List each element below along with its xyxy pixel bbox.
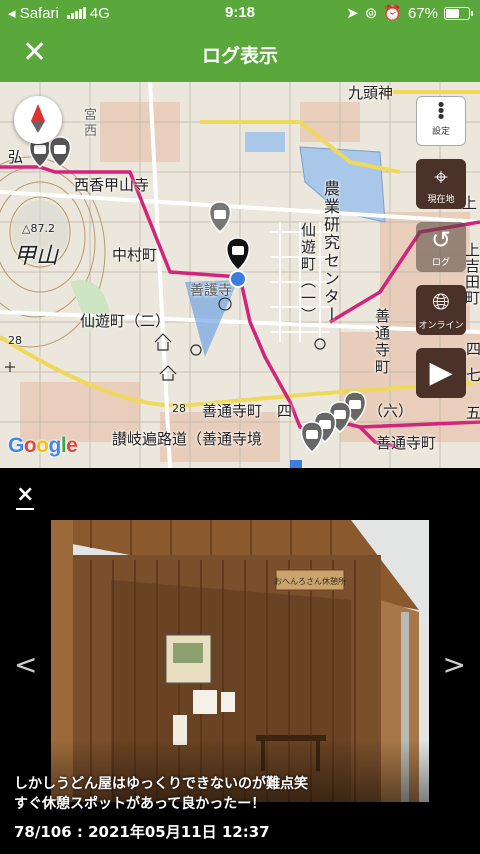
map-label-nanatsu: 七	[466, 366, 480, 384]
map-label-nishi: 西	[84, 124, 98, 139]
play-icon: ▶	[429, 355, 453, 390]
google-logo: Google	[8, 434, 78, 458]
meta-separator: :	[71, 823, 89, 841]
caption-line-2: すぐ休憩スポットがあって良かったー！	[14, 796, 266, 812]
current-location-label: 現在地	[427, 195, 455, 205]
map-label-sanukihenro: 讃岐遍路道（善通寺境	[112, 430, 263, 448]
compass-button[interactable]	[14, 96, 62, 144]
rotation-lock-icon: ⊚	[364, 5, 378, 22]
photo-image: おへんろさん休憩所	[51, 520, 429, 802]
log-history-label: ログ	[431, 258, 450, 268]
status-bar: ◂ Safari 4G 9:18 ➤ ⊚ ⏰ 67%	[0, 0, 480, 26]
status-right: ➤ ⊚ ⏰ 67%	[346, 4, 473, 22]
battery-icon	[444, 6, 473, 20]
map-label-route28-b: 28	[172, 402, 186, 415]
map-label-nishikoukou: 西香甲山寺	[74, 176, 150, 194]
map-label-senyu-vertical: 仙遊町（一）	[299, 222, 317, 324]
log-history-button[interactable]: ↺ ログ	[416, 222, 466, 272]
prev-photo-button[interactable]: <	[14, 648, 37, 681]
online-label: オンライン	[418, 321, 464, 331]
map-label-zentsujimachi: 善通寺町	[376, 434, 437, 452]
map-label-nakamura: 中村町	[112, 246, 158, 264]
photo-date: 2021年05月11日 12:37	[88, 823, 270, 841]
nav-bar: ✕ ログ表示	[0, 26, 480, 82]
compass-north-icon	[31, 104, 45, 121]
photo-viewer: × < > おへんろさん休憩所 しかしうどん屋はゆっくりできないのが難点笑 すぐ…	[0, 468, 480, 854]
compass-south-icon	[31, 121, 45, 133]
next-photo-button[interactable]: >	[443, 648, 466, 681]
google-letter: e	[66, 434, 78, 457]
map-label-kouyama: 甲山	[14, 244, 59, 269]
history-icon: ↺	[430, 226, 452, 254]
page-title: ログ表示	[201, 45, 278, 67]
crosshair-icon: ⌖	[434, 163, 448, 191]
log-photo[interactable]: おへんろさん休憩所	[51, 520, 429, 802]
photo-index: 78/106	[14, 823, 72, 841]
battery-fill	[446, 8, 459, 18]
settings-button[interactable]: • • • 設定	[416, 96, 466, 146]
battery-percent: 67%	[407, 4, 438, 22]
online-button[interactable]: 🌐︎ オンライン	[416, 285, 466, 335]
location-arrow-icon: ➤	[346, 5, 359, 22]
caption-line-1: しかしうどん屋はゆっくりできないのが難点笑	[14, 776, 308, 792]
play-button[interactable]: ▶	[416, 348, 466, 398]
photo-meta: 78/106 : 2021年05月11日 12:37	[14, 821, 270, 842]
more-dots-icon: • • •	[435, 95, 447, 128]
map-label-route28-a: 28	[8, 334, 22, 347]
map-label-zengoji: 善護寺	[190, 283, 232, 299]
map-label-elevation: △87.2	[22, 222, 55, 235]
map-label-zentsujimachi4: 善通寺町 四	[202, 402, 293, 420]
photo-sign-text: おへんろさん休憩所	[274, 576, 346, 586]
map-label-yon: 四	[466, 340, 480, 358]
map-label-roku: （六）	[368, 402, 414, 420]
map-label-hiromi: 弘	[8, 148, 24, 166]
map-label-nougyou: 農業研究センター	[321, 180, 340, 324]
map-label-kuzuremikami: 九頭神	[348, 84, 394, 102]
settings-label: 設定	[431, 127, 450, 137]
photo-caption: しかしうどん屋はゆっくりできないのが難点笑 すぐ休憩スポットがあって良かったー！	[14, 774, 308, 814]
google-letter: g	[48, 434, 62, 457]
google-letter: o	[23, 434, 37, 457]
map-label-zentsuji-vertical: 善通寺町	[373, 308, 391, 376]
map-view[interactable]: 九頭神 宮 西 弘 西香甲山寺 農業研究センター 甲山 △87.2 中村町 仙遊…	[0, 82, 480, 468]
google-letter: G	[8, 434, 24, 457]
google-letter: o	[36, 434, 49, 457]
map-label-senyu: 仙遊町（二）	[80, 312, 171, 330]
map-label-go: 五	[466, 404, 480, 422]
globe-icon: 🌐︎	[432, 290, 450, 315]
alarm-icon: ⏰	[383, 5, 402, 22]
current-location-button[interactable]: ⌖ 現在地	[416, 159, 466, 209]
close-viewer-button[interactable]: ×	[16, 484, 35, 510]
